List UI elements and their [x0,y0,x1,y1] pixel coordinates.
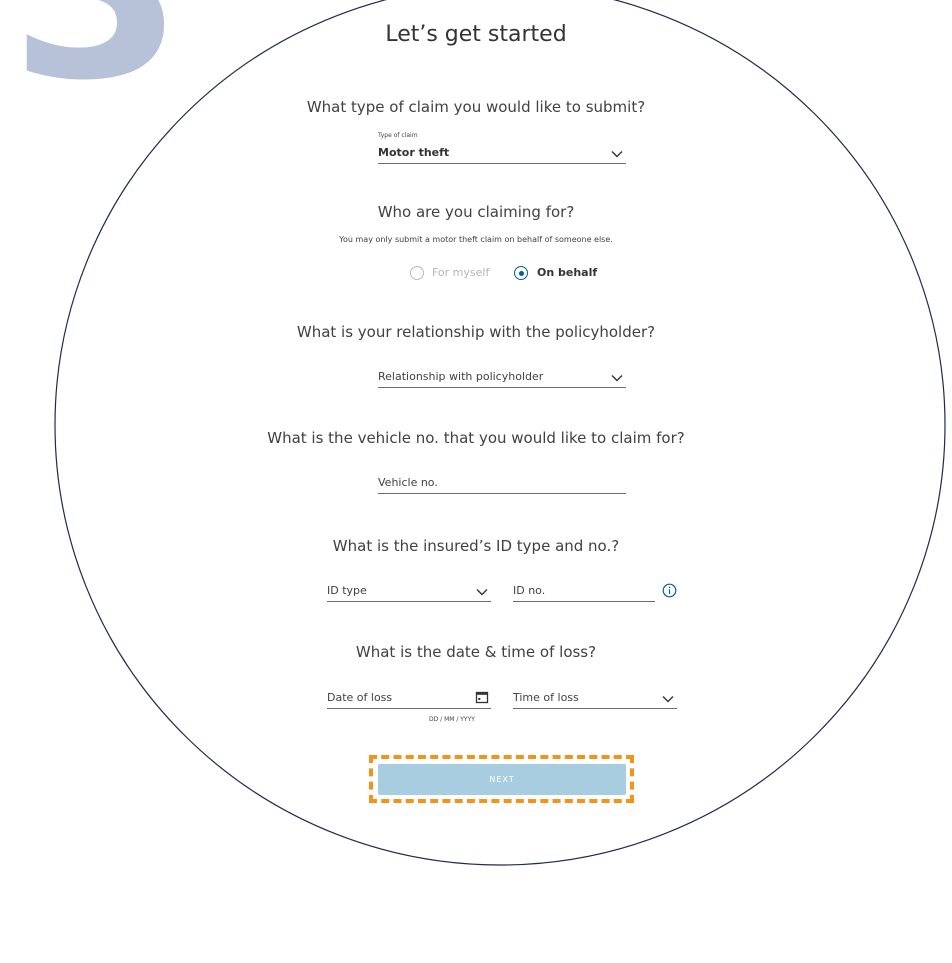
id-number-input[interactable]: ID no. [513,580,655,602]
calendar-icon[interactable] [475,690,489,704]
chevron-down-icon [476,589,488,596]
insured-id-question: What is the insured’s ID type and no.? [332,537,620,555]
vehicle-question: What is the vehicle no. that you would l… [267,429,685,447]
loss-time-select[interactable]: Time of loss [513,687,677,709]
id-number-placeholder: ID no. [513,584,546,597]
radio-unselected-icon [410,266,424,280]
claim-type-label: Type of claim [378,132,418,139]
claim-type-question: What type of claim you would like to sub… [306,98,646,116]
claim-type-select[interactable]: Motor theft [378,142,626,164]
relationship-placeholder: Relationship with policyholder [378,370,544,383]
loss-question: What is the date & time of loss? [355,643,597,661]
chevron-down-icon [611,375,623,382]
vehicle-number-placeholder: Vehicle no. [378,476,438,489]
relationship-question: What is your relationship with the polic… [296,323,656,341]
claiming-for-question: Who are you claiming for? [377,203,575,221]
page-title: Let’s get started [385,22,567,47]
loss-time-placeholder: Time of loss [513,691,579,704]
info-icon[interactable] [662,583,677,598]
claim-type-value: Motor theft [378,146,450,159]
relationship-select[interactable]: Relationship with policyholder [378,366,626,388]
claiming-for-note: You may only submit a motor theft claim … [339,235,613,244]
id-type-select[interactable]: ID type [327,580,491,602]
chevron-down-icon [611,151,623,158]
radio-selected-icon [514,266,528,280]
radio-on-behalf-label: On behalf [537,266,598,279]
radio-for-myself-label: For myself [432,266,490,279]
loss-date-placeholder: Date of loss [327,691,393,704]
chevron-down-icon [662,696,674,703]
date-format-hint: DD / MM / YYYY [429,716,475,723]
id-type-placeholder: ID type [327,584,367,597]
vehicle-number-input[interactable]: Vehicle no. [378,472,626,494]
loss-date-input[interactable]: Date of loss [327,687,491,709]
next-button[interactable]: NEXT [378,764,626,795]
